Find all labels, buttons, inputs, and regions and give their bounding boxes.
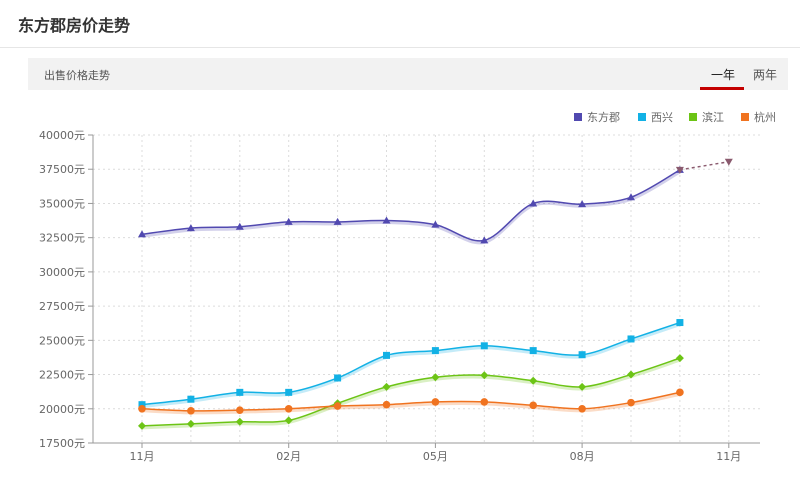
legend-swatch [689,113,697,121]
circle-marker [676,388,684,397]
page-title: 东方郡房价走势 [18,16,131,35]
axes: 40000元 37500元 35000元 32500元 30000元 27500元 2500… [39,129,760,463]
legend-label: 杭州 [754,110,776,124]
x-tick-label: 11月 [716,450,741,463]
square-marker [236,388,244,396]
series-3 [138,388,684,415]
y-tick-label: 30000元 [39,266,85,279]
circle-marker [431,398,440,406]
y-tick-label: 22500元 [39,369,85,382]
legend-label: 东方郡 [587,110,620,124]
square-marker [431,347,439,355]
y-tick-label: 37500元 [39,163,85,176]
legend-label: 西兴 [651,111,673,124]
square-marker [285,388,293,396]
square-marker [578,351,586,359]
forecast-line [679,160,729,171]
toolbar-label: 出售价格走势 [44,69,110,82]
series-line [141,357,681,427]
tab-two-years[interactable]: 两年 [753,66,777,83]
square-marker [334,374,342,382]
square-marker [383,351,390,359]
y-tick-label: 32500元 [39,232,85,245]
forecast-marker [724,158,733,166]
circle-marker [284,404,293,413]
x-tick-label: 08月 [570,450,595,463]
circle-marker [382,400,391,409]
y-tick-label: 40000元 [39,129,85,142]
circle-marker [627,398,635,407]
square-marker [480,342,488,350]
legend: 东方郡 西兴 滨江 杭州 [574,110,776,124]
y-tick-label: 25000元 [39,334,85,347]
title-divider [0,47,800,48]
series-lines [138,158,733,430]
price-trend-chart: 40000元 37500元 35000元 32500元 30000元 27500元 2500… [39,110,776,463]
series-line-shadow [141,170,681,245]
circle-marker [578,404,586,413]
series-2 [138,354,684,430]
circle-marker [138,404,146,413]
legend-label: 滨江 [702,110,724,124]
legend-swatch [574,113,582,121]
y-tick-label: 20000元 [39,403,85,416]
series-1 [138,319,684,409]
square-marker [627,335,635,343]
x-tick-label: 05月 [423,450,448,463]
series-line [141,321,681,406]
x-tick-label: 02月 [276,450,301,463]
legend-swatch [638,113,646,121]
chart-toolbar: 出售价格走势 一年 两年 [28,58,788,90]
active-tab-indicator [700,87,744,90]
circle-marker [529,401,537,410]
circle-marker [236,406,244,414]
circle-marker [480,398,489,406]
legend-swatch [741,113,749,121]
tab-one-year[interactable]: 一年 [711,66,735,83]
y-tick-label: 27500元 [39,300,85,313]
square-marker [529,347,537,355]
x-tick-label: 11月 [130,450,155,463]
y-tick-label: 17500元 [39,437,85,450]
square-marker [187,395,195,403]
circle-marker [333,402,342,410]
square-marker [676,319,684,327]
circle-marker [187,407,195,415]
y-tick-label: 35000元 [39,197,85,210]
